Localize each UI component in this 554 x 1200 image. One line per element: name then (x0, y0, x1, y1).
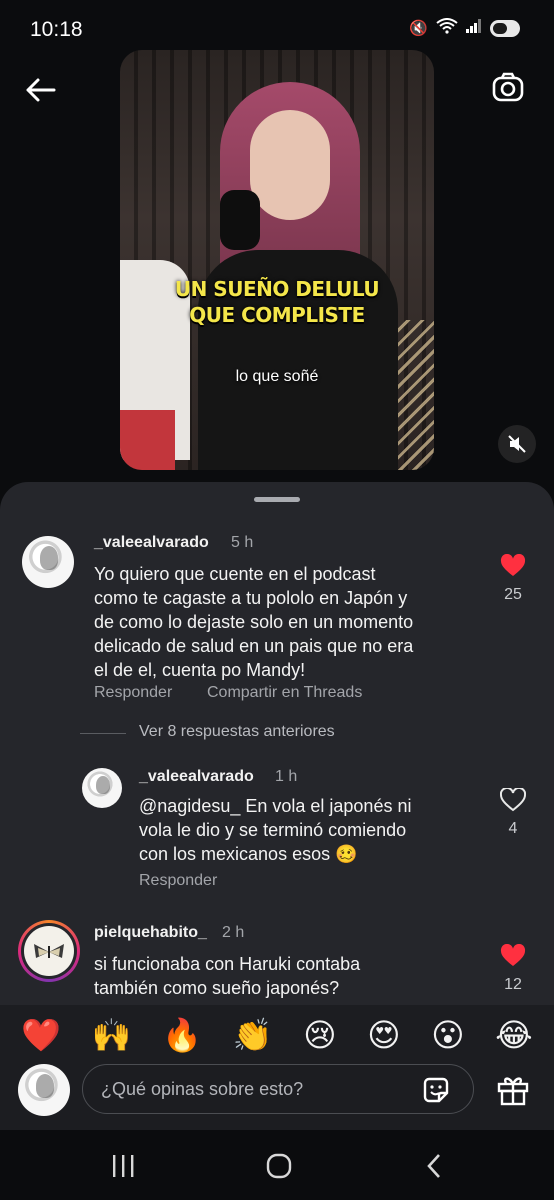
sheet-drag-handle[interactable] (254, 497, 300, 502)
like-count: 25 (504, 586, 522, 603)
microphone-image (220, 190, 260, 250)
like-count: 4 (508, 820, 518, 837)
thread-divider (80, 733, 126, 734)
status-time: 10:18 (30, 18, 83, 41)
back-button[interactable] (22, 72, 60, 110)
reply-button[interactable]: Responder (139, 872, 217, 890)
battery-icon (490, 19, 520, 37)
comment-input[interactable]: ¿Qué opinas sobre esto? (82, 1064, 474, 1114)
emoji-crying[interactable]: 😢 (303, 1015, 336, 1055)
share-threads-button[interactable]: Compartir en Threads (207, 684, 362, 702)
comment-line: también como sueño japonés? (94, 978, 340, 998)
emoji-heart-eyes[interactable]: 😍 (367, 1015, 400, 1055)
avatar[interactable] (22, 536, 74, 588)
comment-time: 5 h (231, 534, 254, 551)
system-nav-bar (0, 1130, 554, 1200)
reply-line: con los mexicanos esos 🥴 (139, 844, 358, 864)
video-person-face (250, 110, 330, 220)
comment-line: el de el, cuenta po Mandy! (94, 660, 306, 680)
comment-line: delicado de salud en un pais que no era (94, 636, 414, 656)
like-heart-icon[interactable] (500, 944, 526, 968)
reply-username[interactable]: _valeealvarado (139, 768, 254, 786)
like-heart-icon[interactable] (500, 554, 526, 578)
comment-line: como te cagaste a tu pololo en Japón y (94, 588, 408, 608)
comment-username[interactable]: _valeealvarado (94, 534, 209, 552)
story-ring[interactable] (18, 920, 80, 982)
arrow-left-icon (26, 78, 56, 102)
reply-text: @nagidesu_ En vola el japonés ni vola le… (139, 794, 479, 866)
comment-line: si funcionaba con Haruki contaba (94, 954, 361, 974)
emoji-raising-hands[interactable]: 🙌 (92, 1015, 132, 1055)
emoji-fire[interactable]: 🔥 (162, 1015, 202, 1055)
comment-line: de como lo dejaste solo en un momento (94, 612, 414, 632)
camera-icon (492, 72, 524, 102)
mute-toggle-button[interactable] (498, 425, 536, 463)
view-more-replies-button[interactable]: Ver 8 respuestas anteriores (139, 723, 335, 741)
recent-apps-icon[interactable] (108, 1152, 138, 1180)
status-icons: 🔇 (409, 18, 520, 38)
wifi-icon (436, 18, 458, 38)
comment-time: 2 h (222, 924, 245, 941)
video-pillow (120, 410, 175, 470)
caption-line-2: QUE COMPLISTE (189, 303, 365, 327)
comment-line: Yo quiero que cuente en el podcast (94, 564, 376, 584)
comment-input-placeholder: ¿Qué opinas sobre esto? (101, 1079, 304, 1099)
mute-status-icon: 🔇 (409, 20, 428, 37)
avatar (24, 926, 74, 976)
reel-video[interactable]: UN SUEÑO DELULU QUE COMPLISTE lo que soñ… (120, 50, 434, 470)
avatar (18, 1064, 70, 1116)
back-nav-icon[interactable] (420, 1152, 450, 1180)
camera-button[interactable] (490, 70, 526, 106)
gift-icon[interactable] (496, 1072, 530, 1106)
video-caption: UN SUEÑO DELULU QUE COMPLISTE (120, 276, 434, 328)
signal-icon (466, 19, 482, 37)
sticker-icon[interactable] (421, 1075, 451, 1105)
comment-username[interactable]: pielquehabito_ (94, 924, 207, 942)
reply-button[interactable]: Responder (94, 684, 172, 702)
avatar[interactable] (82, 768, 122, 808)
emoji-quick-bar: ❤️ 🙌 🔥 👏 😢 😍 😮 😂 (0, 1005, 554, 1065)
speaker-muted-icon (508, 435, 526, 453)
like-count: 12 (504, 976, 522, 993)
like-heart-outline-icon[interactable] (500, 788, 526, 812)
emoji-surprised[interactable]: 😮 (431, 1015, 464, 1055)
emoji-laughing[interactable]: 😂 (495, 1015, 532, 1055)
moth-icon (34, 944, 64, 958)
comment-text: si funcionaba con Haruki contaba también… (94, 952, 474, 1000)
emoji-clapping[interactable]: 👏 (233, 1015, 273, 1055)
reply-line: vola le dio y se terminó comiendo (139, 820, 407, 840)
reply-time: 1 h (275, 768, 298, 785)
comment-text: Yo quiero que cuente en el podcast como … (94, 562, 484, 682)
comment-composer: ¿Qué opinas sobre esto? (0, 1062, 554, 1130)
caption-line-1: UN SUEÑO DELULU (174, 277, 380, 301)
reply-line: @nagidesu_ En vola el japonés ni (139, 796, 412, 816)
video-subtitle: lo que soñé (235, 368, 319, 385)
home-icon[interactable] (264, 1152, 294, 1180)
emoji-heart[interactable]: ❤️ (21, 1015, 61, 1055)
